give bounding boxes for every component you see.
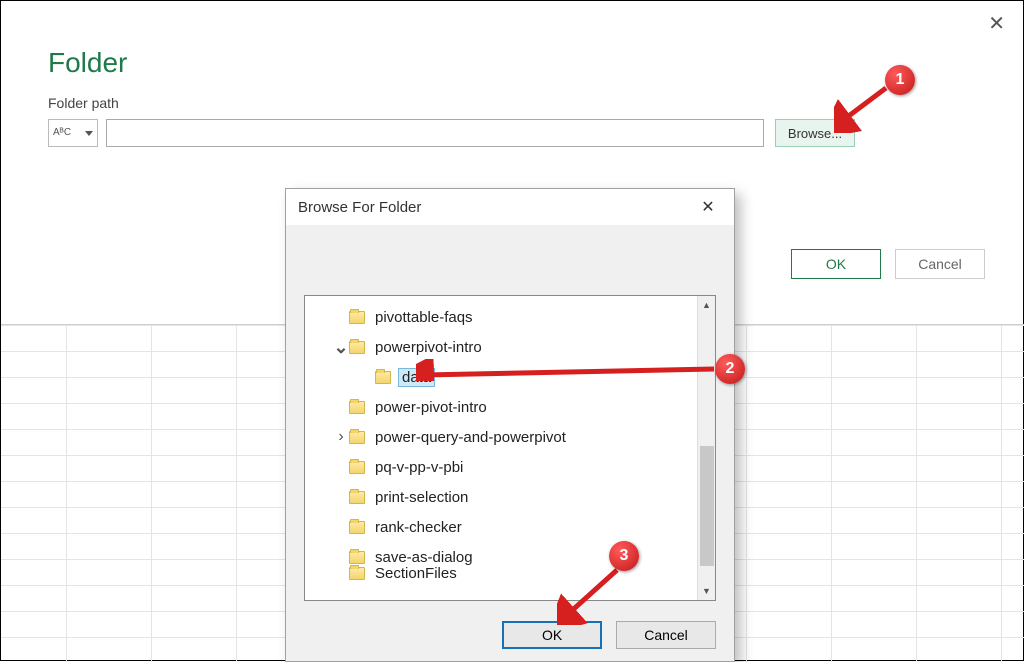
folder-icon: [349, 341, 365, 354]
folder-icon: [349, 461, 365, 474]
close-icon[interactable]: ✕: [988, 11, 1005, 36]
type-hint-text: AᴮC: [53, 128, 71, 138]
tree-item-label: power-pivot-intro: [373, 399, 489, 416]
tree-item-label: power-query-and-powerpivot: [373, 429, 568, 446]
browse-title: Browse For Folder: [298, 199, 421, 216]
folder-tree[interactable]: pivottable-faqs ⌄ powerpivot-intro data powe…: [304, 295, 716, 601]
cancel-button[interactable]: Cancel: [895, 249, 985, 279]
tree-item[interactable]: data: [305, 362, 715, 392]
tree-item-label: SectionFiles: [373, 565, 459, 582]
tree-item[interactable]: print-selection: [305, 482, 715, 512]
tree-item[interactable]: pq-v-pp-v-pbi: [305, 452, 715, 482]
browse-cancel-button[interactable]: Cancel: [616, 621, 716, 649]
tree-item-label: pivottable-faqs: [373, 309, 475, 326]
tree-item[interactable]: › power-query-and-powerpivot: [305, 422, 715, 452]
tree-item[interactable]: ⌄ powerpivot-intro: [305, 332, 715, 362]
browse-button[interactable]: Browse...: [775, 119, 855, 147]
annotation-callout-1: 1: [885, 65, 915, 95]
tree-item[interactable]: power-pivot-intro: [305, 392, 715, 422]
scroll-thumb[interactable]: [700, 446, 714, 566]
folder-icon: [349, 551, 365, 564]
tree-item[interactable]: SectionFiles: [305, 558, 715, 588]
ok-button[interactable]: OK: [791, 249, 881, 279]
scroll-down-icon[interactable]: ▼: [698, 582, 715, 600]
browse-titlebar: Browse For Folder ✕: [286, 189, 734, 225]
tree-item-label: pq-v-pp-v-pbi: [373, 459, 465, 476]
annotation-callout-3: 3: [609, 541, 639, 571]
tree-item[interactable]: pivottable-faqs: [305, 302, 715, 332]
close-icon[interactable]: ✕: [688, 192, 728, 222]
browse-ok-button[interactable]: OK: [502, 621, 602, 649]
folder-icon: [349, 431, 365, 444]
folder-path-input[interactable]: [106, 119, 764, 147]
folder-icon: [375, 371, 391, 384]
folder-icon: [349, 401, 365, 414]
folder-icon: [349, 521, 365, 534]
annotation-callout-2: 2: [715, 354, 745, 384]
folder-path-label: Folder path: [48, 95, 119, 111]
tree-item[interactable]: rank-checker: [305, 512, 715, 542]
chevron-down-icon: [85, 131, 93, 136]
browse-for-folder-dialog: Browse For Folder ✕ pivottable-faqs ⌄ powe…: [285, 188, 735, 662]
scrollbar[interactable]: ▲ ▼: [697, 296, 715, 600]
folder-icon: [349, 491, 365, 504]
folder-icon: [349, 311, 365, 324]
scroll-up-icon[interactable]: ▲: [698, 296, 715, 314]
folder-icon: [349, 567, 365, 580]
tree-item-label: rank-checker: [373, 519, 464, 536]
tree-item-label: powerpivot-intro: [373, 339, 484, 356]
dialog-title: Folder: [48, 47, 127, 79]
type-dropdown[interactable]: AᴮC: [48, 119, 98, 147]
tree-item-label: data: [398, 368, 435, 387]
tree-item-label: print-selection: [373, 489, 470, 506]
tree-item-label: save-as-dialog: [373, 549, 475, 566]
chevron-down-icon[interactable]: ⌄: [333, 343, 349, 351]
chevron-right-icon[interactable]: ›: [333, 428, 349, 446]
